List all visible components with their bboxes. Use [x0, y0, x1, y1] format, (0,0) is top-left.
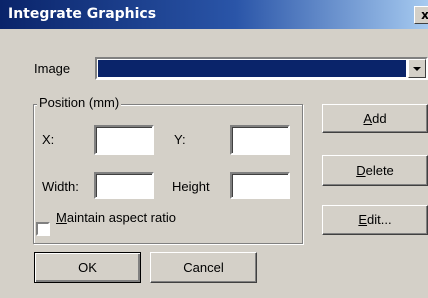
window-title: Integrate Graphics [8, 6, 157, 22]
add-button[interactable]: Add [322, 104, 428, 133]
image-dropdown-value[interactable] [98, 60, 406, 77]
close-icon: x [421, 8, 428, 22]
width-input[interactable] [94, 172, 154, 199]
edit-button[interactable]: Edit... [322, 205, 428, 235]
close-button[interactable]: x [414, 6, 428, 24]
maintain-aspect-label[interactable]: Maintain aspect ratio [56, 210, 176, 225]
delete-button[interactable]: Delete [322, 155, 428, 186]
chevron-down-icon[interactable] [408, 59, 426, 78]
cancel-button[interactable]: Cancel [150, 252, 257, 283]
x-input[interactable] [94, 125, 154, 155]
width-label: Width: [42, 179, 79, 194]
position-group-label: Position (mm) [37, 95, 122, 110]
ok-button[interactable]: OK [34, 252, 141, 283]
y-label: Y: [174, 132, 186, 147]
y-input[interactable] [230, 125, 290, 155]
height-label: Height [172, 179, 210, 194]
height-input[interactable] [230, 172, 290, 199]
maintain-aspect-checkbox[interactable] [36, 222, 50, 236]
image-label: Image [34, 61, 71, 76]
image-dropdown[interactable] [95, 57, 428, 80]
title-bar: Integrate Graphics x [0, 0, 428, 29]
x-label: X: [42, 132, 55, 147]
